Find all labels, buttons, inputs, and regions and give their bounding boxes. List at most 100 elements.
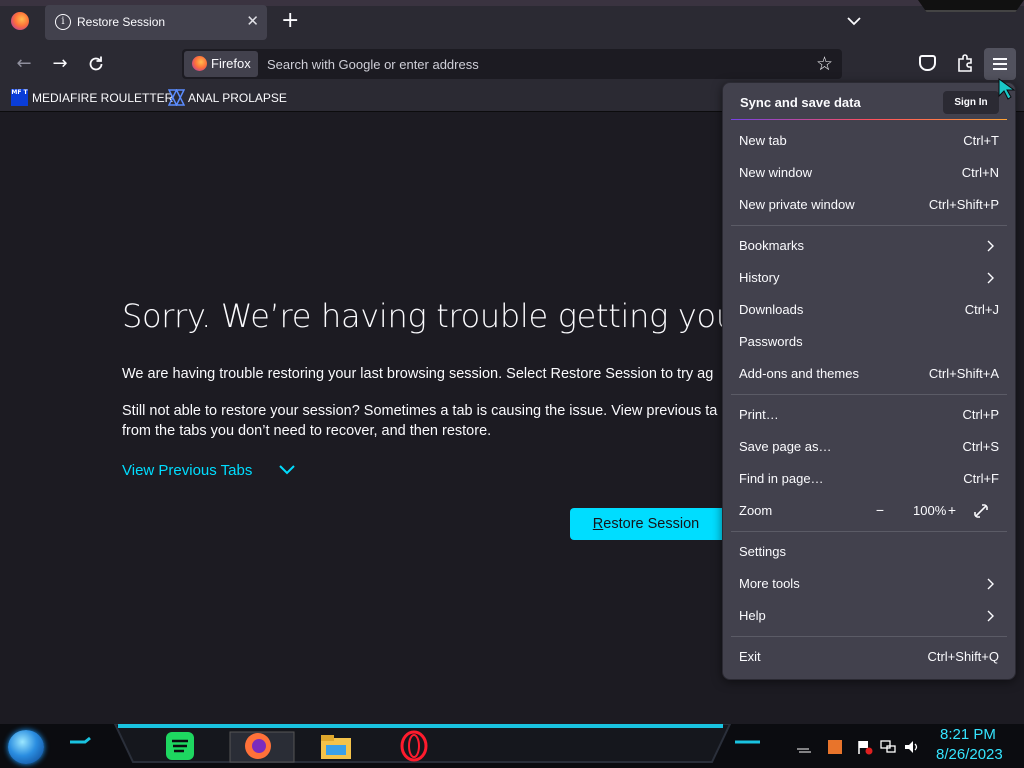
sync-header: Sync and save data Sign In [723, 83, 1015, 121]
tab-restore-session[interactable]: i Restore Session ✕ [45, 5, 267, 40]
restore-session-button[interactable]: Restore Session [570, 508, 722, 540]
list-all-tabs-chevron-icon[interactable] [844, 11, 864, 31]
menu-item-more-tools[interactable]: More tools [723, 568, 1015, 600]
bookmark-favicon-icon [168, 89, 185, 106]
chevron-down-icon[interactable] [278, 462, 296, 478]
sign-in-button[interactable]: Sign In [943, 91, 999, 114]
menu-item-new-window[interactable]: New window Ctrl+N [723, 157, 1015, 189]
menu-item-shortcut: Ctrl+Shift+Q [927, 649, 999, 664]
bookmark-item[interactable]: ANAL PROLAPSE [188, 91, 287, 105]
restore-accesskey: R [592, 516, 604, 532]
menu-item-new-tab[interactable]: New tab Ctrl+T [723, 125, 1015, 157]
mediafire-favicon-icon: MF T [11, 89, 28, 106]
mouse-cursor-icon [998, 78, 1016, 100]
app-menu-button[interactable] [984, 48, 1016, 80]
clock-time[interactable]: 8:21 PM [940, 726, 996, 743]
firefox-logo-icon[interactable] [11, 12, 29, 30]
help-text-line: from the tabs you don’t need to recover,… [122, 423, 492, 439]
forward-arrow-icon[interactable]: → [48, 52, 72, 76]
bookmark-star-icon[interactable]: ☆ [816, 54, 833, 74]
chevron-right-icon [987, 272, 994, 284]
menu-item-addons-themes[interactable]: Add-ons and themes Ctrl+Shift+A [723, 358, 1015, 390]
menu-item-label: New window [739, 165, 812, 180]
menu-item-save-page[interactable]: Save page as… Ctrl+S [723, 431, 1015, 463]
menu-item-label: Exit [739, 649, 761, 664]
menu-item-help[interactable]: Help [723, 600, 1015, 632]
file-explorer-icon[interactable] [318, 730, 354, 762]
menu-separator [731, 394, 1007, 395]
zoom-level[interactable]: 100% [913, 503, 946, 518]
menu-item-label: Zoom [739, 503, 773, 518]
menu-separator [731, 636, 1007, 637]
new-tab-button[interactable]: + [281, 9, 299, 33]
identity-chip[interactable]: Firefox [184, 51, 258, 77]
pocket-icon[interactable] [919, 55, 936, 71]
firefox-icon [192, 56, 207, 71]
start-orb-button[interactable] [8, 730, 44, 764]
chevron-right-icon [987, 610, 994, 622]
menu-item-find-in-page[interactable]: Find in page… Ctrl+F [723, 463, 1015, 495]
menu-item-shortcut: Ctrl+F [963, 471, 999, 486]
tab-title: Restore Session [77, 15, 166, 29]
action-center-flag-icon[interactable] [857, 739, 873, 755]
menu-item-history[interactable]: History [723, 262, 1015, 294]
show-hidden-icons-icon[interactable] [795, 739, 811, 755]
back-arrow-icon[interactable]: ← [12, 52, 36, 76]
menu-item-zoom: Zoom − 100% + [723, 495, 1015, 527]
menu-item-shortcut: Ctrl+T [963, 133, 999, 148]
info-icon: i [55, 14, 71, 30]
chevron-right-icon [987, 240, 994, 252]
menu-separator [731, 225, 1007, 226]
menu-item-settings[interactable]: Settings [723, 536, 1015, 568]
menu-item-downloads[interactable]: Downloads Ctrl+J [723, 294, 1015, 326]
menu-item-shortcut: Ctrl+S [962, 439, 999, 454]
help-text-line: Still not able to restore your session? … [122, 403, 718, 419]
tray-app-icon[interactable] [827, 739, 843, 755]
zoom-controls: − 100% + [871, 500, 1001, 522]
extensions-puzzle-icon[interactable] [955, 53, 975, 73]
chevron-right-icon [987, 578, 994, 590]
menu-item-shortcut: Ctrl+Shift+P [928, 197, 999, 212]
menu-item-shortcut: Ctrl+Shift+A [928, 366, 999, 381]
menu-item-label: More tools [739, 576, 800, 591]
menu-item-passwords[interactable]: Passwords [723, 326, 1015, 358]
reload-icon[interactable] [86, 54, 106, 74]
volume-icon[interactable] [904, 739, 920, 755]
address-bar-placeholder[interactable]: Search with Google or enter address [267, 57, 479, 72]
menu-item-exit[interactable]: Exit Ctrl+Shift+Q [723, 641, 1015, 673]
tab-close-icon[interactable]: ✕ [246, 12, 259, 30]
menu-item-label: History [739, 270, 780, 285]
network-icon[interactable] [880, 739, 896, 755]
fullscreen-icon[interactable] [973, 503, 989, 519]
menu-item-label: Settings [739, 544, 786, 559]
menu-item-label: Downloads [739, 302, 804, 317]
menu-item-label: Find in page… [739, 471, 824, 486]
help-text: Still not able to restore your session? … [122, 401, 717, 441]
menu-item-label: New tab [739, 133, 787, 148]
menu-item-label: Print… [739, 407, 779, 422]
spotify-app-icon[interactable] [162, 730, 198, 762]
menu-item-shortcut: Ctrl+P [962, 407, 999, 422]
menu-item-shortcut: Ctrl+J [964, 302, 999, 317]
restore-label: estore Session [603, 516, 700, 532]
view-previous-tabs-link[interactable]: View Previous Tabs [122, 462, 252, 479]
zoom-in-button[interactable]: + [943, 502, 961, 520]
sync-divider [731, 119, 1007, 120]
firefox-app-icon[interactable] [240, 730, 276, 762]
bookmark-item[interactable]: MEDIAFIRE ROULETTER [32, 91, 173, 105]
window-frame-decoration [918, 0, 1024, 12]
zoom-out-button[interactable]: − [871, 502, 889, 520]
sync-title: Sync and save data [740, 95, 861, 110]
menu-separator [731, 531, 1007, 532]
menu-item-label: Save page as… [739, 439, 832, 454]
menu-item-shortcut: Ctrl+N [961, 165, 999, 180]
menu-item-label: Add-ons and themes [739, 366, 859, 381]
app-menu-panel: Sync and save data Sign In New tab Ctrl+T… [722, 82, 1016, 680]
opera-app-icon[interactable] [396, 730, 432, 762]
page-title: Sorry. We’re having trouble getting your… [122, 297, 817, 335]
menu-item-new-private-window[interactable]: New private window Ctrl+Shift+P [723, 189, 1015, 221]
menu-item-print[interactable]: Print… Ctrl+P [723, 399, 1015, 431]
identity-chip-label: Firefox [211, 56, 251, 71]
clock-date[interactable]: 8/26/2023 [936, 746, 1003, 763]
menu-item-bookmarks[interactable]: Bookmarks [723, 230, 1015, 262]
